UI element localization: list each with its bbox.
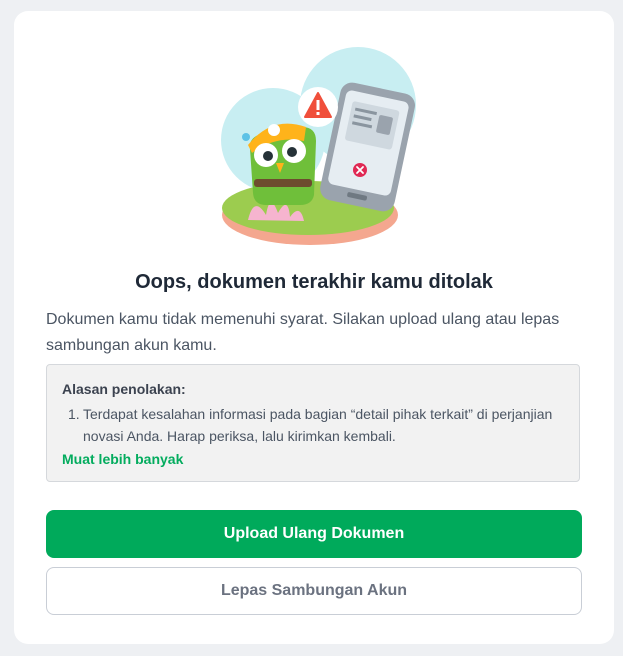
dialog-title: Oops, dokumen terakhir kamu ditolak <box>135 271 493 293</box>
upload-again-button[interactable]: Upload Ulang Dokumen <box>46 510 582 558</box>
rejected-document-illustration <box>221 47 416 245</box>
reason-item-number: 1. <box>68 406 80 422</box>
rejection-dialog: Oops, dokumen terakhir kamu ditolak Doku… <box>14 11 614 644</box>
reason-heading: Alasan penolakan: <box>62 381 186 397</box>
reason-list: 1. Terdapat kesalahan informasi pada bag… <box>62 403 564 447</box>
warning-triangle-icon <box>298 87 338 127</box>
rejected-x-icon <box>353 163 367 177</box>
dialog-description: Dokumen kamu tidak memenuhi syarat. Sila… <box>46 311 560 354</box>
rejection-reason-box: Alasan penolakan: 1. Terdapat kesalahan … <box>46 364 580 482</box>
load-more-link[interactable]: Muat lebih banyak <box>62 451 183 467</box>
reason-item-text: Terdapat kesalahan informasi pada bagian… <box>83 406 553 444</box>
disconnect-account-button[interactable]: Lepas Sambungan Akun <box>46 567 582 615</box>
reason-list-item: 1. Terdapat kesalahan informasi pada bag… <box>62 403 564 447</box>
